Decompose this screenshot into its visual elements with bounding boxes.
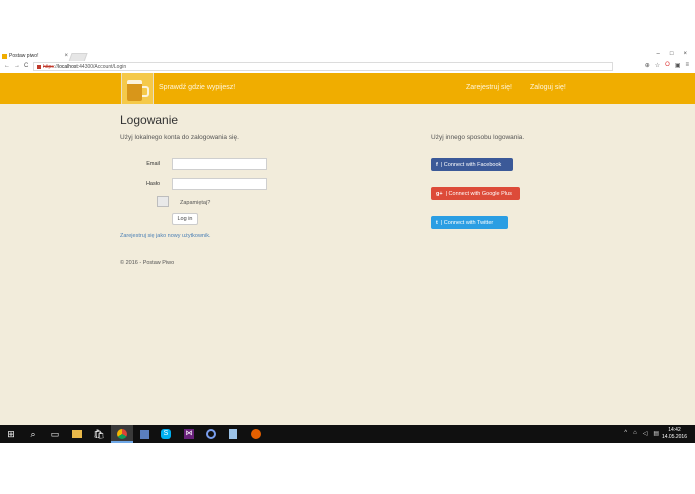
search-icon[interactable]: ⌕: [27, 428, 39, 440]
window-controls: – □ ×: [657, 51, 687, 57]
minimize-button[interactable]: –: [657, 51, 660, 57]
page-favicon-icon: [2, 53, 7, 59]
opera-icon[interactable]: O: [665, 62, 670, 69]
url-scheme: https: [43, 63, 54, 70]
tab-title: Postaw piwo!: [9, 53, 39, 59]
volume-icon[interactable]: ◁: [643, 430, 648, 437]
email-label: Email: [146, 161, 160, 167]
footer-copyright: © 2016 - Postaw Piwo: [120, 260, 175, 266]
chevron-up-icon[interactable]: ^: [624, 430, 627, 437]
password-label: Hasło: [145, 181, 160, 187]
nav-login-link[interactable]: Zaloguj się!: [530, 84, 566, 91]
star-icon[interactable]: ☆: [655, 62, 660, 69]
system-tray: ^ ⌂ ◁ ▤: [624, 430, 659, 437]
address-bar[interactable]: https://localhost:44300/Account/Login: [33, 62, 613, 71]
url-path: :44300/Account/Login: [77, 63, 127, 70]
network-app-icon[interactable]: [205, 428, 217, 440]
close-window-button[interactable]: ×: [683, 51, 687, 57]
connect-facebook-button[interactable]: f | Connect with Facebook: [431, 158, 513, 171]
clock-date: 14.05.2016: [661, 434, 687, 440]
google-plus-icon: g+: [436, 190, 443, 197]
chrome-icon[interactable]: [116, 428, 128, 440]
maximize-button[interactable]: □: [670, 51, 674, 57]
url-host: localhost: [58, 63, 78, 70]
beer-logo-icon[interactable]: [121, 73, 154, 104]
firefox-icon[interactable]: [250, 428, 262, 440]
zoom-icon[interactable]: ⊕: [645, 62, 650, 69]
browser-extensions: ⊕ ☆ O ▣ ≡: [645, 62, 689, 69]
connect-google-button[interactable]: g+ | Connect with Google Plus: [431, 187, 520, 200]
password-field[interactable]: [172, 178, 267, 190]
site-header: [0, 73, 695, 104]
remember-me-label: Zapamiętaj?: [180, 200, 211, 206]
reload-button[interactable]: C: [24, 63, 28, 69]
notepad-icon[interactable]: [227, 428, 239, 440]
menu-icon[interactable]: ≡: [685, 62, 689, 69]
network-icon[interactable]: ⌂: [633, 430, 637, 437]
app-icon[interactable]: [138, 428, 150, 440]
brand-link[interactable]: Sprawdź gdzie wypijesz!: [159, 84, 235, 91]
facebook-icon: f: [436, 161, 438, 168]
connect-twitter-label: | Connect with Twitter: [440, 219, 494, 226]
lock-icon: [37, 64, 41, 69]
store-icon[interactable]: 🛍: [93, 428, 105, 440]
tab-strip: [0, 50, 695, 61]
connect-google-label: | Connect with Google Plus: [445, 190, 512, 197]
email-field[interactable]: [172, 158, 267, 170]
local-login-heading: Użyj lokalnego konta do zalogowania się.: [120, 134, 239, 141]
twitter-icon: t: [436, 219, 438, 226]
page-title: Logowanie: [120, 113, 179, 127]
back-button[interactable]: ←: [4, 63, 10, 69]
register-new-user-link[interactable]: Zarejestruj się jako nowy użytkownik.: [120, 233, 210, 239]
nav-register-link[interactable]: Zarejestruj się!: [466, 84, 512, 91]
visual-studio-icon[interactable]: ⋈: [183, 428, 195, 440]
connect-facebook-label: | Connect with Facebook: [440, 161, 502, 168]
page-body: [0, 73, 695, 425]
notifications-icon[interactable]: ▤: [653, 430, 659, 437]
tab-close-icon[interactable]: ×: [64, 53, 68, 59]
remember-me-checkbox[interactable]: [157, 196, 169, 207]
browser-tab[interactable]: Postaw piwo! ×: [2, 51, 68, 61]
windows-start-icon[interactable]: ⊞: [5, 428, 17, 440]
task-view-icon[interactable]: ▭: [49, 428, 61, 440]
skype-icon[interactable]: S: [160, 428, 172, 440]
connect-twitter-button[interactable]: t | Connect with Twitter: [431, 216, 508, 229]
clock-time: 14:42: [668, 427, 681, 433]
login-button[interactable]: Log in: [172, 213, 198, 225]
extension-icon[interactable]: ▣: [675, 62, 681, 69]
file-explorer-icon[interactable]: [71, 428, 83, 440]
taskbar-clock[interactable]: 14:42 14.05.2016: [662, 427, 687, 441]
external-login-heading: Użyj innego sposobu logowania.: [431, 134, 525, 141]
forward-button[interactable]: →: [14, 63, 20, 69]
